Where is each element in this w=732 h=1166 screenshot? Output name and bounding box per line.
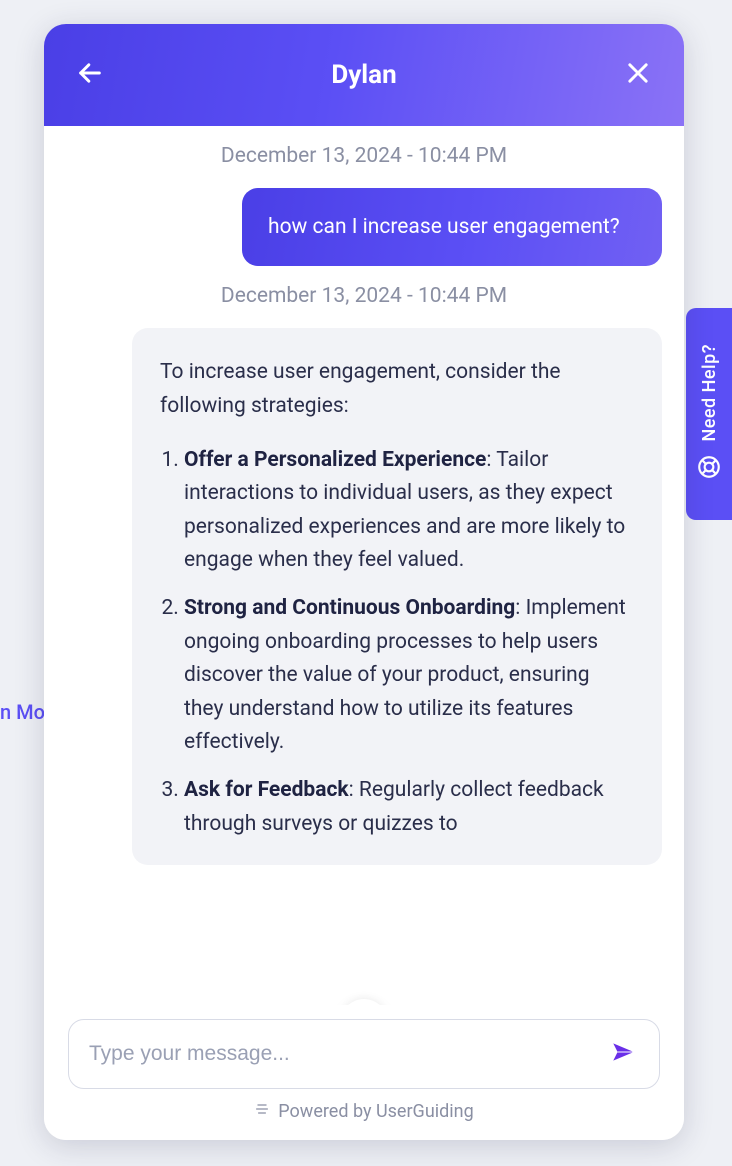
user-message-text: how can I increase user engagement?	[268, 215, 620, 239]
chat-body: December 13, 2024 - 10:44 PM how can I i…	[44, 126, 684, 1005]
need-help-tab[interactable]: Need Help?	[686, 308, 732, 520]
arrow-left-icon	[76, 59, 104, 91]
user-message-bubble: how can I increase user engagement?	[242, 188, 662, 266]
powered-by[interactable]: Powered by UserGuiding	[68, 1101, 660, 1122]
timestamp-user: December 13, 2024 - 10:44 PM	[66, 144, 662, 168]
chat-header: Dylan	[44, 24, 684, 126]
chat-panel: Dylan December 13, 2024 - 10:44 PM how c…	[44, 24, 684, 1140]
send-icon	[610, 1039, 636, 1069]
bot-message-bubble: To increase user engagement, consider th…	[132, 328, 662, 865]
powered-by-text: Powered by UserGuiding	[278, 1101, 473, 1122]
need-help-label: Need Help?	[699, 344, 720, 442]
close-button[interactable]	[620, 57, 656, 93]
list-item: Ask for Feedback: Regularly collect feed…	[184, 774, 634, 841]
scroll-down-button[interactable]	[340, 999, 388, 1005]
item-title: Strong and Continuous Onboarding	[184, 596, 515, 620]
chat-title: Dylan	[331, 60, 396, 90]
item-title: Offer a Personalized Experience	[184, 448, 486, 472]
bot-intro: To increase user engagement, consider th…	[160, 356, 634, 423]
timestamp-bot: December 13, 2024 - 10:44 PM	[66, 284, 662, 308]
list-item: Offer a Personalized Experience: Tailor …	[184, 444, 634, 578]
bot-strategy-list: Offer a Personalized Experience: Tailor …	[160, 444, 634, 842]
message-input-row	[68, 1019, 660, 1089]
send-button[interactable]	[607, 1038, 639, 1070]
close-icon	[624, 59, 652, 91]
list-item: Strong and Continuous Onboarding: Implem…	[184, 592, 634, 760]
chat-footer: Powered by UserGuiding	[44, 1005, 684, 1140]
lifebuoy-icon	[696, 454, 722, 484]
background-partial-text: n Mo	[0, 700, 45, 724]
message-input[interactable]	[89, 1042, 607, 1066]
item-title: Ask for Feedback	[184, 778, 349, 802]
userguiding-logo-icon	[254, 1101, 270, 1122]
back-button[interactable]	[72, 57, 108, 93]
